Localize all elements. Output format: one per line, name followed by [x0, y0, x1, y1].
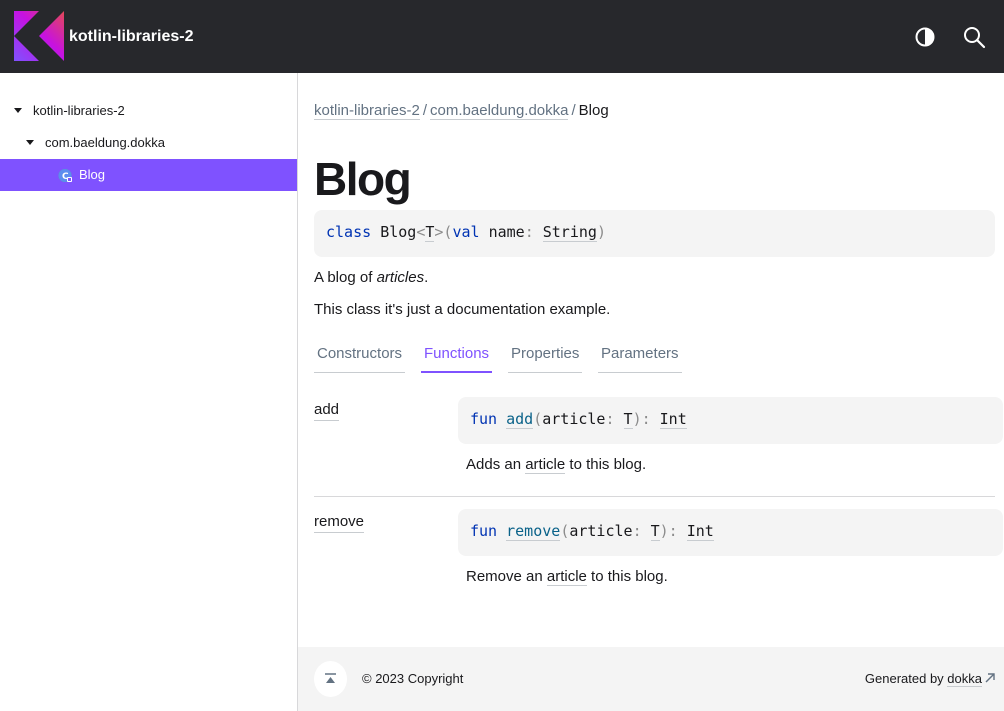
breadcrumb-current: Blog — [578, 102, 609, 119]
description-text: Remove an — [466, 568, 547, 585]
param-name: article — [569, 522, 633, 540]
punctuation: : — [605, 410, 615, 428]
sidebar-item-kotlin-libraries-2[interactable]: kotlin-libraries-2 — [0, 95, 297, 127]
class-description-2: This class it's just a documentation exa… — [314, 301, 611, 318]
function-signature-add: fun add(article: T): Int — [458, 397, 1003, 444]
class-signature: class Blog<T>(val name: String) — [314, 210, 995, 257]
project-name[interactable]: kotlin-libraries-2 — [69, 27, 193, 47]
class-generic-icon: C — [58, 169, 72, 182]
keyword-val: val — [452, 223, 480, 241]
punctuation: ) — [596, 223, 606, 241]
description-text: to this blog. — [565, 456, 647, 473]
punctuation: ( — [560, 522, 570, 540]
tab-functions[interactable]: Functions — [421, 341, 492, 373]
footer: © 2023 Copyright Generated by dokka — [298, 647, 1004, 711]
breadcrumb-link-package[interactable]: com.baeldung.dokka — [430, 102, 569, 120]
dokka-link[interactable]: dokka — [947, 671, 982, 687]
copyright-text: © 2023 Copyright — [362, 671, 464, 686]
punctuation: ): — [659, 522, 678, 540]
search-icon[interactable] — [962, 25, 986, 49]
punctuation: ): — [632, 410, 651, 428]
punctuation: >( — [434, 223, 453, 241]
description-text: A blog of — [314, 269, 377, 286]
description-emphasis: articles — [376, 269, 425, 286]
article-link[interactable]: article — [546, 568, 587, 586]
class-name: Blog — [380, 223, 417, 241]
param-name: name — [488, 223, 525, 241]
keyword-fun: fun — [470, 522, 498, 540]
kotlin-logo[interactable] — [14, 11, 64, 61]
function-name-link[interactable]: remove — [506, 522, 561, 541]
punctuation: : — [632, 522, 642, 540]
tab-constructors[interactable]: Constructors — [314, 341, 405, 373]
tab-properties[interactable]: Properties — [508, 341, 582, 373]
punctuation: < — [416, 223, 426, 241]
sidebar-item-com-baeldung-dokka[interactable]: com.baeldung.dokka — [0, 127, 297, 159]
go-to-top-button[interactable] — [314, 661, 347, 697]
function-description-remove: Remove an article to this blog. — [466, 567, 668, 587]
param-type-link[interactable]: T — [650, 522, 660, 541]
return-type-link[interactable]: Int — [659, 410, 687, 429]
keyword-fun: fun — [470, 410, 498, 428]
sidebar-item-blog[interactable]: C Blog — [0, 159, 297, 191]
description-text: Adds an — [466, 456, 526, 473]
function-signature-remove: fun remove(article: T): Int — [458, 509, 1003, 556]
breadcrumb: kotlin-libraries-2/com.baeldung.dokka / Bl… — [314, 101, 609, 121]
sidebar-item-label: Blog — [79, 167, 106, 182]
top-navbar: kotlin-libraries-2 — [0, 0, 1004, 73]
generated-by: Generated by dokka — [865, 671, 996, 687]
breadcrumb-separator: / — [422, 102, 428, 119]
param-type-link[interactable]: T — [623, 410, 633, 429]
function-description-add: Adds an article to this blog. — [466, 455, 646, 475]
main-content: kotlin-libraries-2/com.baeldung.dokka / Bl… — [298, 73, 1004, 647]
tab-parameters[interactable]: Parameters — [598, 341, 682, 373]
function-link-remove[interactable]: remove — [314, 512, 365, 533]
chevron-down-icon[interactable] — [26, 140, 34, 145]
return-type-link[interactable]: Int — [686, 522, 714, 541]
breadcrumb-link-module[interactable]: kotlin-libraries-2 — [314, 102, 420, 120]
punctuation: ( — [533, 410, 543, 428]
sidebar: kotlin-libraries-2 com.baeldung.dokka C … — [0, 73, 298, 711]
param-type-link[interactable]: String — [542, 223, 597, 242]
sidebar-item-label: com.baeldung.dokka — [45, 135, 165, 150]
chevron-down-icon[interactable] — [14, 108, 22, 113]
page-title: Blog — [314, 153, 412, 205]
description-text: to this blog. — [586, 568, 668, 585]
punctuation: : — [524, 223, 534, 241]
function-name-link[interactable]: add — [506, 410, 534, 429]
row-divider — [314, 496, 995, 497]
sidebar-item-label: kotlin-libraries-2 — [33, 103, 125, 118]
theme-toggle-icon[interactable] — [913, 25, 937, 49]
breadcrumb-separator: / — [571, 102, 576, 119]
arrow-up-to-top-icon — [325, 673, 336, 683]
keyword-class: class — [326, 223, 372, 241]
description-text: . — [424, 269, 429, 286]
article-link[interactable]: article — [525, 456, 566, 474]
external-link-icon — [985, 673, 995, 683]
generated-by-text: Generated by — [864, 671, 948, 686]
param-name: article — [542, 410, 606, 428]
class-description: A blog of articles. — [314, 268, 428, 288]
function-link-add[interactable]: add — [314, 400, 340, 421]
